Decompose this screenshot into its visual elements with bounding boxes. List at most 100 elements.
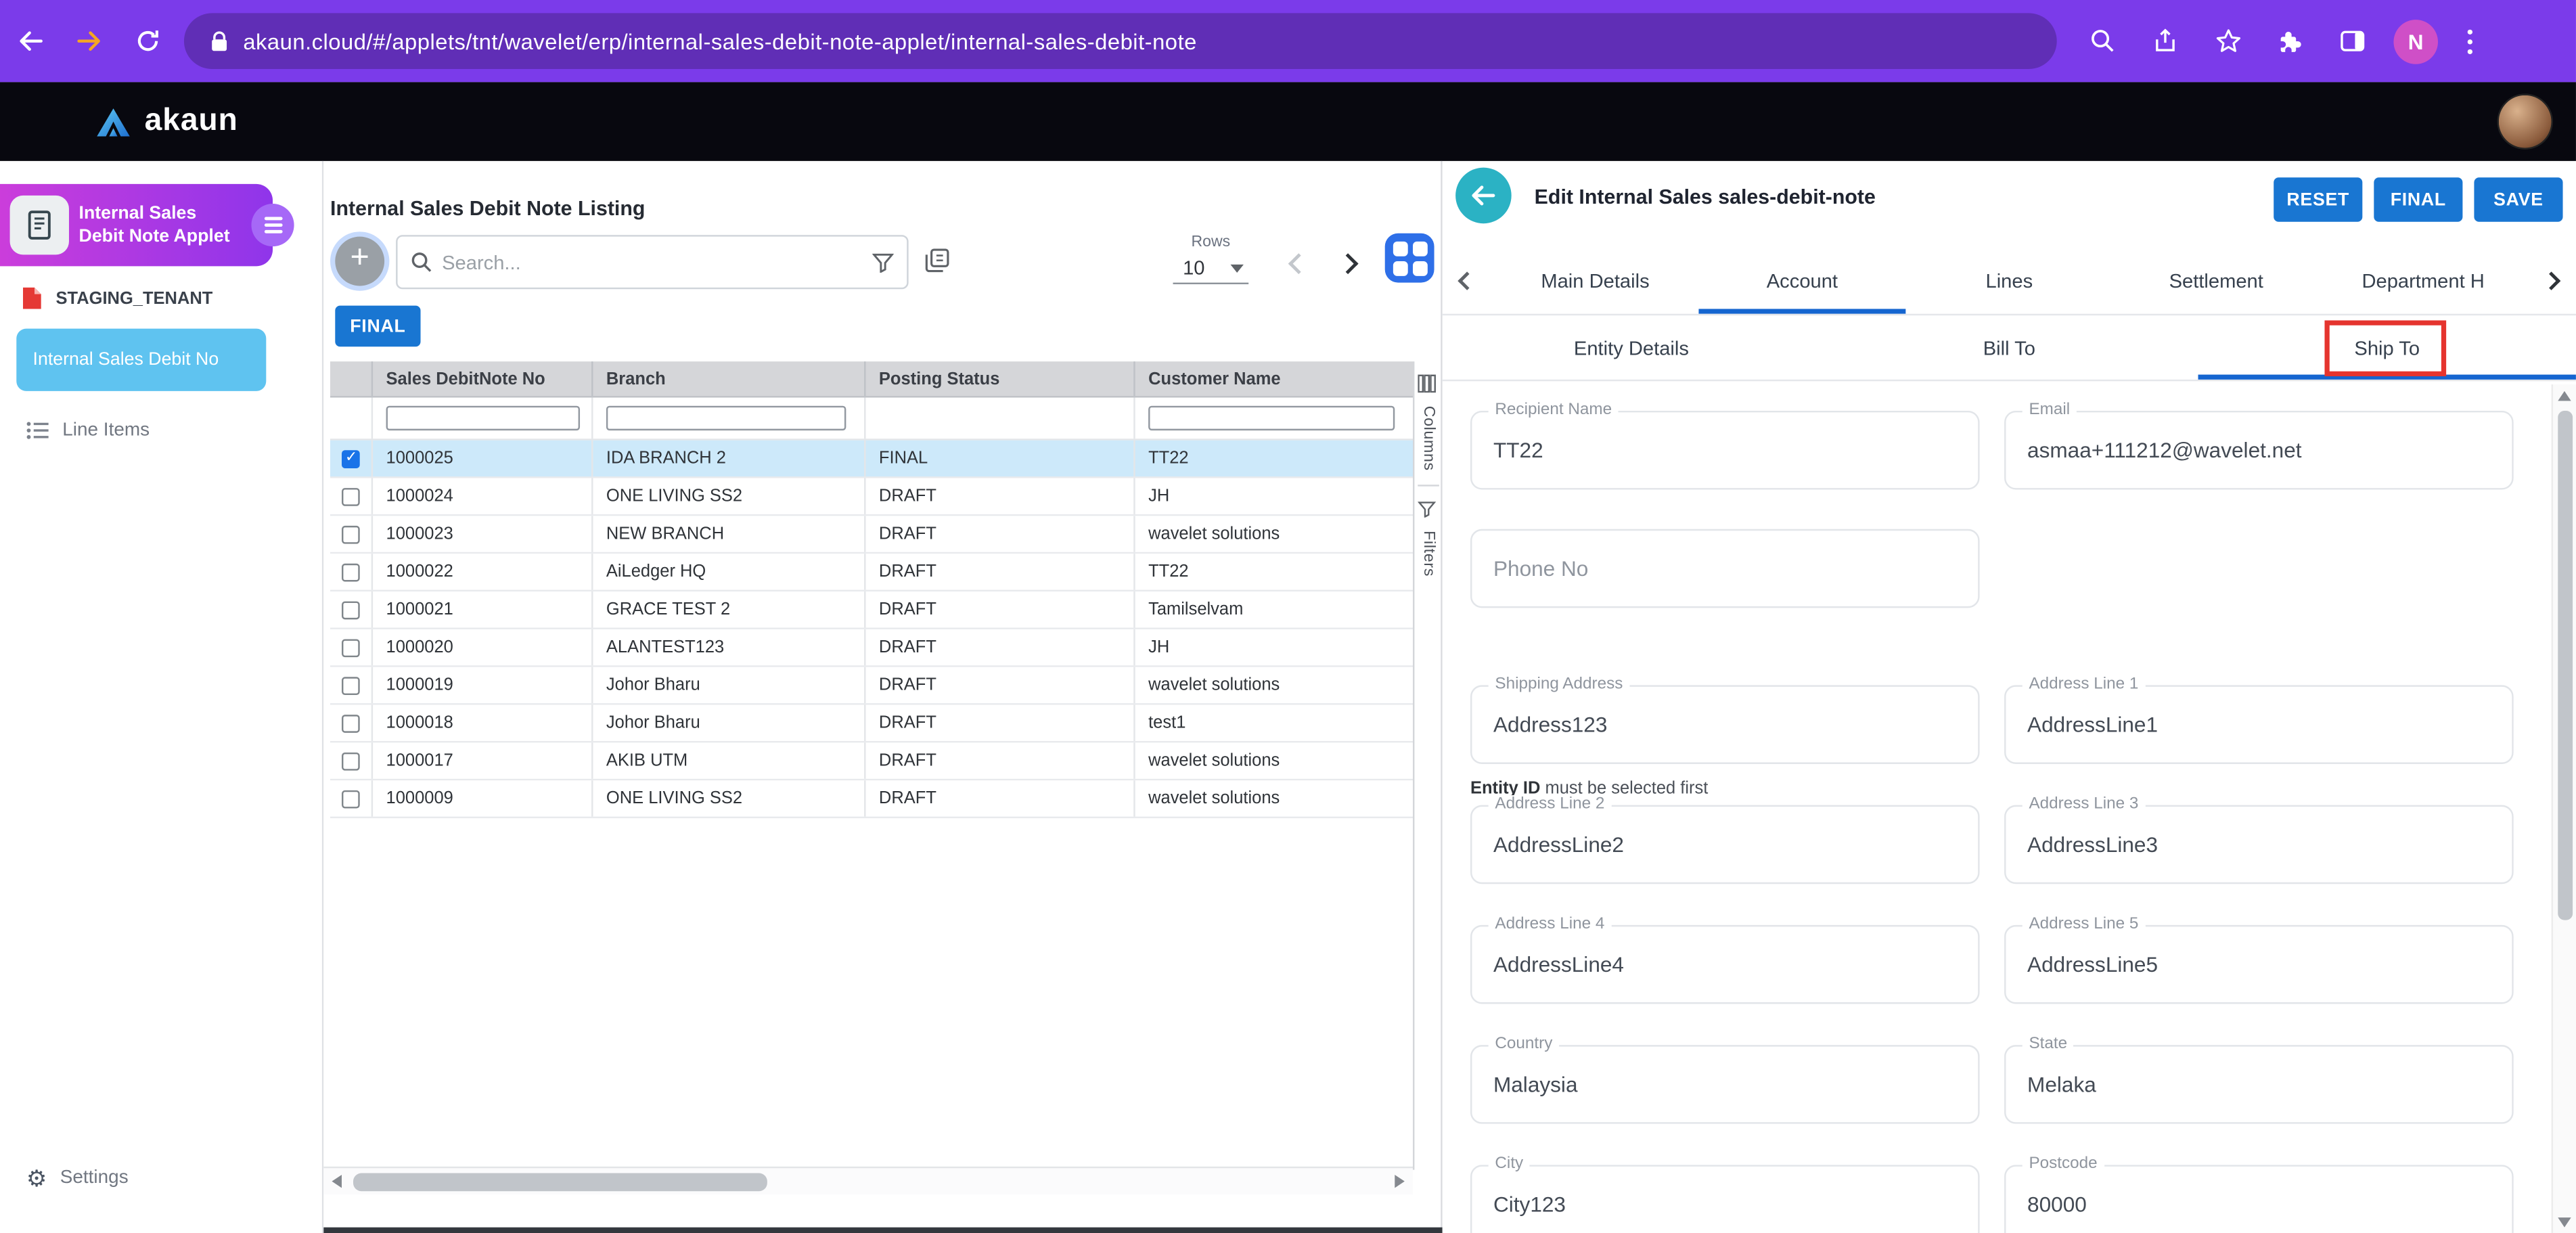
final-save-button[interactable]: FINAL <box>2374 177 2462 222</box>
reload-icon[interactable] <box>118 12 177 70</box>
address-line-1-field[interactable]: Address Line 1 AddressLine1 <box>2004 685 2514 764</box>
row-checkbox[interactable] <box>342 638 360 656</box>
field-label: Country <box>1489 1035 1559 1054</box>
column-header-debitnote-no[interactable]: Sales DebitNote No <box>373 361 593 396</box>
table-row[interactable]: 1000021 GRACE TEST 2 DRAFT Tamilselvam <box>330 591 1413 629</box>
row-checkbox[interactable] <box>342 752 360 770</box>
cell-branch: NEW BRANCH <box>593 516 865 552</box>
vertical-scroll-thumb[interactable] <box>2558 411 2573 920</box>
row-checkbox[interactable] <box>342 676 360 694</box>
tab-main-details[interactable]: Main Details <box>1492 246 1699 314</box>
user-avatar[interactable] <box>2497 93 2553 150</box>
back-button[interactable] <box>1455 168 1512 224</box>
add-record-button[interactable]: + <box>335 237 384 286</box>
view-options-icon[interactable] <box>925 248 949 282</box>
row-checkbox[interactable] <box>342 790 360 808</box>
recipient-name-field[interactable]: Recipient Name TT22 <box>1470 411 1980 490</box>
column-header-customer-name[interactable]: Customer Name <box>1135 361 1413 396</box>
address-line-4-field[interactable]: Address Line 4 AddressLine4 <box>1470 925 1980 1004</box>
column-header-posting-status[interactable]: Posting Status <box>866 361 1135 396</box>
listing-title: Internal Sales Debit Note Listing <box>330 197 645 220</box>
previous-page-icon[interactable] <box>1288 253 1309 274</box>
column-header-branch[interactable]: Branch <box>593 361 865 396</box>
table-row[interactable]: 1000020 ALANTEST123 DRAFT JH <box>330 629 1413 667</box>
table-side-strip: Columns Filters <box>1413 361 1443 1170</box>
extensions-icon[interactable] <box>2261 12 2320 70</box>
sidebar-item-tenant[interactable]: STAGING_TENANT <box>20 286 212 310</box>
row-checkbox[interactable] <box>342 449 360 468</box>
filter-posting-status-cell <box>866 398 1135 439</box>
horizontal-scroll-thumb[interactable] <box>353 1173 767 1192</box>
city-field[interactable]: City City123 <box>1470 1165 1980 1233</box>
phone-no-field[interactable]: Phone No <box>1470 529 1980 608</box>
table-row[interactable]: 1000017 AKIB UTM DRAFT wavelet solutions <box>330 742 1413 780</box>
email-field[interactable]: Email asmaa+111212@wavelet.net <box>2004 411 2514 490</box>
cell-no: 1000020 <box>373 629 593 665</box>
table-row[interactable]: 1000019 Johor Bharu DRAFT wavelet soluti… <box>330 667 1413 705</box>
bookmark-star-icon[interactable] <box>2198 12 2257 70</box>
search-input[interactable] <box>442 250 872 273</box>
postcode-field[interactable]: Postcode 80000 <box>2004 1165 2514 1233</box>
table-row[interactable]: 1000025 IDA BRANCH 2 FINAL TT22 <box>330 441 1413 478</box>
row-checkbox[interactable] <box>342 487 360 506</box>
country-field[interactable]: Country Malaysia <box>1470 1045 1980 1124</box>
table-row[interactable]: 1000024 ONE LIVING SS2 DRAFT JH <box>330 478 1413 516</box>
address-line-2-field[interactable]: Address Line 2 AddressLine2 <box>1470 805 1980 884</box>
sidebar-item-applet[interactable]: Internal Sales Debit Note Applet <box>0 184 273 266</box>
tab-settlement[interactable]: Settlement <box>2112 246 2320 314</box>
filters-icon[interactable] <box>1418 495 1442 525</box>
sidebar-item-internal-sales-debit-note[interactable]: Internal Sales Debit No <box>16 329 266 391</box>
back-icon[interactable] <box>0 12 59 70</box>
subtab-bill-to[interactable]: Bill To <box>1820 315 2198 380</box>
tabs-scroll-left-icon[interactable] <box>1443 246 1492 314</box>
forward-icon[interactable] <box>59 12 118 70</box>
sidebar-collapse-icon[interactable] <box>251 204 294 246</box>
row-checkbox[interactable] <box>342 714 360 732</box>
grid-view-button[interactable] <box>1385 233 1434 283</box>
tab-lines[interactable]: Lines <box>1905 246 2112 314</box>
row-checkbox[interactable] <box>342 600 360 619</box>
sidebar-item-settings[interactable]: ⚙ Settings <box>26 1167 129 1190</box>
reset-button[interactable]: RESET <box>2274 177 2362 222</box>
tab-account[interactable]: Account <box>1698 246 1905 314</box>
columns-strip-label[interactable]: Columns <box>1420 406 1438 471</box>
profile-avatar[interactable]: N <box>2393 19 2438 64</box>
row-checkbox[interactable] <box>342 563 360 581</box>
akaun-logo[interactable]: akaun <box>95 104 238 139</box>
sidebar-item-line-items[interactable]: Line Items <box>26 421 150 441</box>
tab-department-h[interactable]: Department H <box>2320 246 2527 314</box>
table-row[interactable]: 1000009 ONE LIVING SS2 DRAFT wavelet sol… <box>330 780 1413 818</box>
scroll-left-icon[interactable] <box>332 1175 342 1188</box>
row-checkbox[interactable] <box>342 525 360 543</box>
field-label: Address Line 3 <box>2023 795 2145 813</box>
columns-icon[interactable] <box>1418 372 1442 401</box>
final-button[interactable]: FINAL <box>335 306 420 347</box>
save-button[interactable]: SAVE <box>2474 177 2562 222</box>
state-field[interactable]: State Melaka <box>2004 1045 2514 1124</box>
share-icon[interactable] <box>2136 12 2194 70</box>
table-row[interactable]: 1000018 Johor Bharu DRAFT test1 <box>330 705 1413 743</box>
filter-input-debitnote-no[interactable] <box>386 406 580 430</box>
next-page-icon[interactable] <box>1338 253 1359 274</box>
filter-input-branch[interactable] <box>606 406 846 430</box>
zoom-icon[interactable] <box>2073 12 2132 70</box>
address-bar[interactable]: akaun.cloud/#/applets/tnt/wavelet/erp/in… <box>184 13 2057 69</box>
table-row[interactable]: 1000023 NEW BRANCH DRAFT wavelet solutio… <box>330 516 1413 554</box>
address-line-5-field[interactable]: Address Line 5 AddressLine5 <box>2004 925 2514 1004</box>
filters-strip-label[interactable]: Filters <box>1420 530 1438 576</box>
scroll-right-icon[interactable] <box>1395 1175 1405 1188</box>
subtab-entity-details[interactable]: Entity Details <box>1443 315 1820 380</box>
split-window-icon[interactable] <box>2323 12 2382 70</box>
filter-funnel-icon[interactable] <box>872 252 894 272</box>
filter-input-customer-name[interactable] <box>1148 406 1395 430</box>
shipping-address-field[interactable]: Shipping Address Address123 <box>1470 685 1980 764</box>
table-row[interactable]: 1000022 AiLedger HQ DRAFT TT22 <box>330 554 1413 591</box>
scroll-down-icon[interactable] <box>2558 1217 2571 1228</box>
scroll-up-icon[interactable] <box>2558 391 2571 401</box>
rows-per-page-select[interactable]: 10 <box>1173 254 1249 284</box>
address-line-3-field[interactable]: Address Line 3 AddressLine3 <box>2004 805 2514 884</box>
kebab-menu-icon[interactable] <box>2449 28 2489 53</box>
tabs-scroll-right-icon[interactable] <box>2527 246 2576 314</box>
horizontal-scrollbar[interactable] <box>323 1167 1413 1194</box>
vertical-scrollbar[interactable] <box>2552 384 2576 1233</box>
